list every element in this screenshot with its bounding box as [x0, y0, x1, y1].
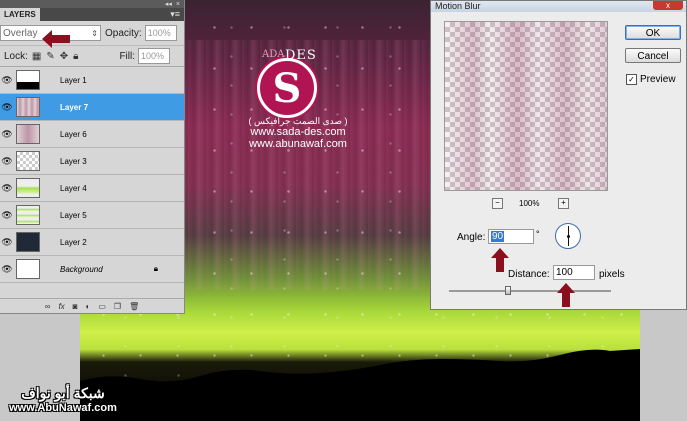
layer-name: Layer 6 — [60, 129, 87, 139]
logo-ada: ADA — [262, 49, 285, 60]
logo-des: DES — [285, 48, 317, 63]
corner-watermark-site: www.AbuNawaf.com — [9, 402, 117, 414]
layer-name: Layer 7 — [60, 102, 89, 112]
layer-name: Layer 5 — [60, 210, 87, 220]
layer-thumbnail — [16, 70, 40, 90]
mask-icon[interactable]: ◙ — [73, 302, 78, 311]
angle-input[interactable]: 90 — [488, 229, 534, 244]
eye-icon[interactable]: 👁︎ — [0, 156, 14, 167]
layer-row[interactable]: 👁︎ Layer 4 — [0, 175, 184, 202]
corner-watermark-arabic: شبكة أبو نواف — [21, 385, 105, 401]
layer-name: Layer 4 — [60, 183, 87, 193]
tab-layers[interactable]: LAYERS — [0, 8, 40, 21]
panel-menu-icon[interactable]: ▾≡ — [170, 9, 180, 20]
motion-blur-dialog: Motion Blur x − 100% + OK Cancel ✓ Previ… — [430, 0, 687, 310]
arrow-up-icon — [491, 248, 509, 272]
zoom-in-button[interactable]: + — [558, 198, 569, 209]
preview-checkbox[interactable]: ✓ — [626, 74, 637, 85]
layer-thumbnail — [16, 178, 40, 198]
opacity-label: Opacity: — [105, 27, 142, 39]
corner-watermark: شبكة أبو نواف www.AbuNawaf.com — [2, 385, 124, 414]
preview-label: Preview — [640, 74, 676, 85]
zoom-value: 100% — [519, 199, 540, 208]
fill-label: Fill: — [119, 50, 135, 62]
watermark-site2: www.abunawaf.com — [249, 138, 347, 150]
filter-preview[interactable] — [444, 21, 608, 191]
trash-icon[interactable]: 🗑︎ — [129, 302, 139, 311]
opacity-input[interactable]: 100% — [144, 25, 177, 41]
ok-button[interactable]: OK — [625, 25, 681, 40]
collapse-icon[interactable]: ◂◂ — [165, 1, 172, 8]
angle-value: 90 — [491, 231, 505, 242]
layer-row-background[interactable]: 👁︎ Background 🔒︎ — [0, 256, 184, 283]
close-icon[interactable]: × — [176, 1, 180, 8]
eye-icon[interactable]: 👁︎ — [0, 210, 14, 221]
layer-row[interactable]: 👁︎ Layer 1 — [0, 67, 184, 94]
lock-row: Lock: ▦ ✎ ✥ 🔒︎ Fill: 100% — [0, 45, 184, 67]
lock-all-icon[interactable]: 🔒︎ — [73, 51, 78, 62]
layer-name: Layer 3 — [60, 156, 87, 166]
layer-row[interactable]: 👁︎ Layer 6 — [0, 121, 184, 148]
layers-panel: ◂◂ × LAYERS ▾≡ Overlay ⇕ Opacity: 100% L… — [0, 0, 185, 314]
layer-thumbnail — [16, 97, 40, 117]
layer-name: Background — [60, 264, 103, 274]
dialog-close-button[interactable]: x — [653, 1, 683, 10]
layer-name: Layer 1 — [60, 75, 87, 85]
blend-mode-value: Overlay — [3, 27, 38, 39]
degree-symbol: ° — [536, 229, 540, 239]
distance-label: Distance: — [508, 269, 550, 280]
logo-letter: S — [257, 58, 317, 118]
lock-icon: 🔒︎ — [153, 264, 158, 273]
layer-row[interactable]: 👁︎ Layer 5 — [0, 202, 184, 229]
dialog-title: Motion Blur — [431, 1, 686, 12]
hills-silhouette — [80, 349, 640, 421]
panel-footer: ∞ fx ◙ ◐ ▭ ❐ 🗑︎ — [0, 298, 184, 313]
angle-dial[interactable] — [555, 223, 581, 249]
layer-thumbnail — [16, 232, 40, 252]
panel-titlebar: ◂◂ × — [0, 0, 184, 8]
layer-row[interactable]: 👁︎ Layer 3 — [0, 148, 184, 175]
chevron-down-icon: ⇕ — [91, 28, 98, 38]
layer-name: Layer 2 — [60, 237, 87, 247]
blend-row: Overlay ⇕ Opacity: 100% — [0, 21, 184, 45]
layer-row-selected[interactable]: 👁︎ Layer 7 — [0, 94, 184, 121]
eye-icon[interactable]: 👁︎ — [0, 75, 14, 86]
preview-option: ✓ Preview — [626, 74, 676, 85]
layer-thumbnail — [16, 205, 40, 225]
preview-streaks — [445, 22, 607, 190]
eye-icon[interactable]: 👁︎ — [0, 102, 14, 113]
layer-thumbnail — [16, 124, 40, 144]
fx-icon[interactable]: fx — [58, 302, 64, 311]
distance-slider-track[interactable] — [449, 290, 611, 292]
folder-icon[interactable]: ▭ — [98, 302, 106, 311]
eye-icon[interactable]: 👁︎ — [0, 264, 14, 275]
pixels-label: pixels — [599, 269, 625, 280]
watermark-site1: www.sada-des.com — [250, 126, 346, 138]
zoom-out-button[interactable]: − — [492, 198, 503, 209]
fill-input[interactable]: 100% — [138, 48, 170, 64]
lock-position-icon[interactable]: ✥ — [60, 51, 68, 62]
eye-icon[interactable]: 👁︎ — [0, 129, 14, 140]
arrow-up-icon — [557, 283, 575, 307]
layer-thumbnail — [16, 151, 40, 171]
arrow-left-icon — [42, 30, 70, 48]
new-layer-icon[interactable]: ❐ — [114, 302, 121, 311]
cancel-button[interactable]: Cancel — [625, 48, 681, 63]
distance-slider-thumb[interactable] — [505, 286, 511, 295]
lock-label: Lock: — [4, 50, 28, 62]
distance-input[interactable]: 100 — [553, 265, 595, 280]
lock-image-icon[interactable]: ✎ — [46, 51, 54, 62]
angle-label: Angle: — [457, 232, 486, 243]
eye-icon[interactable]: 👁︎ — [0, 237, 14, 248]
panel-tabbar: LAYERS ▾≡ — [0, 8, 184, 21]
eye-icon[interactable]: 👁︎ — [0, 183, 14, 194]
layer-row[interactable]: 👁︎ Layer 2 — [0, 229, 184, 256]
adjustment-icon[interactable]: ◐ — [86, 302, 91, 311]
lock-transparent-icon[interactable]: ▦ — [32, 51, 41, 62]
layer-thumbnail — [16, 259, 40, 279]
link-icon[interactable]: ∞ — [45, 302, 51, 311]
